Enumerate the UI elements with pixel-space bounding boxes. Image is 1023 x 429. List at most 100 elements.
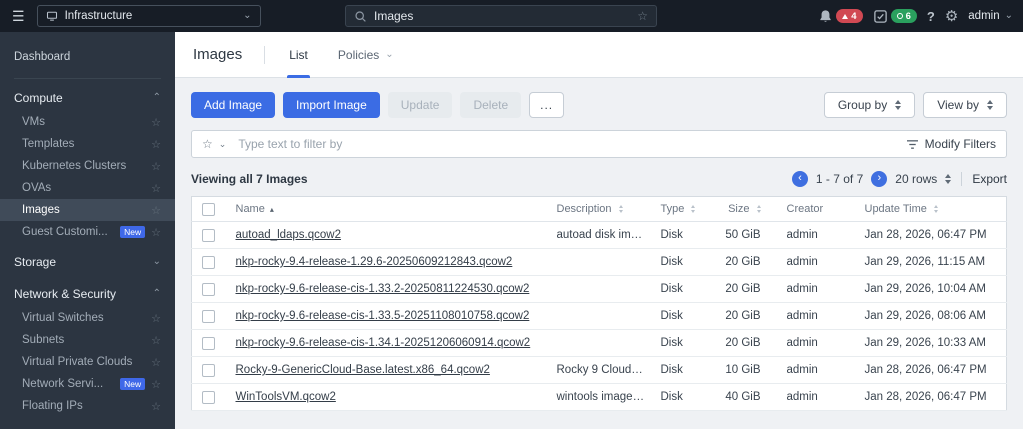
prev-page-button[interactable]: ‹ bbox=[791, 171, 808, 187]
sidebar-item-label: Virtual Private Clouds bbox=[22, 356, 133, 368]
header-divider bbox=[264, 45, 266, 64]
row-checkbox[interactable] bbox=[202, 228, 215, 242]
favorite-star-icon[interactable]: ☆ bbox=[151, 138, 161, 151]
sidebar-item-virtual-switches[interactable]: Virtual Switches ☆ bbox=[0, 307, 175, 329]
save-search-star-icon[interactable]: ☆ bbox=[637, 10, 648, 22]
row-checkbox[interactable] bbox=[202, 255, 215, 269]
sidebar-item-virtual-private-clouds[interactable]: Virtual Private Clouds ☆ bbox=[0, 351, 175, 373]
table-row[interactable]: WinToolsVM.qcow2 wintools image used in.… bbox=[191, 383, 1007, 411]
view-by-select[interactable]: View by bbox=[923, 92, 1007, 118]
favorite-star-icon[interactable]: ☆ bbox=[151, 378, 161, 391]
column-header-update-time[interactable]: Update Time bbox=[854, 196, 1007, 222]
column-header-size[interactable]: Size bbox=[708, 196, 777, 222]
sidebar-item-images[interactable]: Images ☆ bbox=[0, 199, 175, 221]
image-name-link[interactable]: nkp-rocky-9.4-release-1.29.6-20250609212… bbox=[236, 256, 513, 268]
dropdown-caret-icon bbox=[895, 100, 902, 110]
table-row[interactable]: nkp-rocky-9.4-release-1.29.6-20250609212… bbox=[191, 248, 1007, 276]
column-header-description[interactable]: Description bbox=[546, 196, 651, 222]
add-image-button[interactable]: Add Image bbox=[191, 92, 276, 118]
favorite-star-icon[interactable]: ☆ bbox=[151, 400, 161, 413]
favorite-star-icon[interactable]: ☆ bbox=[151, 334, 161, 347]
image-name-link[interactable]: autoad_ldaps.qcow2 bbox=[236, 229, 342, 241]
row-checkbox[interactable] bbox=[202, 363, 215, 377]
filter-bar: ☆ ⌄ Modify Filters bbox=[191, 130, 1007, 158]
table-row[interactable]: Rocky-9-GenericCloud-Base.latest.x86_64.… bbox=[191, 356, 1007, 384]
menu-icon[interactable]: ☰ bbox=[12, 8, 25, 25]
favorite-star-icon[interactable]: ☆ bbox=[151, 160, 161, 173]
column-header-creator[interactable]: Creator bbox=[776, 196, 855, 222]
image-name-link[interactable]: nkp-rocky-9.6-release-cis-1.33.5-2025110… bbox=[236, 310, 530, 322]
section-label: Network & Security bbox=[14, 287, 117, 301]
sidebar-item-kubernetes-clusters[interactable]: Kubernetes Clusters ☆ bbox=[0, 155, 175, 177]
image-name-link[interactable]: nkp-rocky-9.6-release-cis-1.33.2-2025081… bbox=[236, 283, 530, 295]
sidebar-item-label: VMs bbox=[22, 116, 45, 128]
export-button[interactable]: Export bbox=[972, 172, 1007, 186]
gear-icon[interactable]: ⚙ bbox=[945, 9, 958, 24]
next-page-button[interactable]: › bbox=[871, 171, 888, 187]
column-header-name[interactable]: Name ▴ bbox=[225, 196, 547, 222]
tab-policies[interactable]: Policies ⌄ bbox=[336, 32, 396, 77]
alerts-menu[interactable]: 4 bbox=[818, 9, 863, 24]
image-update-time: Jan 29, 2026, 11:15 AM bbox=[854, 248, 1007, 276]
table-row[interactable]: nkp-rocky-9.6-release-cis-1.33.2-2025081… bbox=[191, 275, 1007, 303]
rows-per-page-select[interactable]: 20 rows bbox=[895, 172, 952, 186]
sidebar-item-subnets[interactable]: Subnets ☆ bbox=[0, 329, 175, 351]
group-by-select[interactable]: Group by bbox=[823, 92, 916, 118]
image-name-link[interactable]: Rocky-9-GenericCloud-Base.latest.x86_64.… bbox=[236, 364, 490, 376]
favorite-star-icon[interactable]: ☆ bbox=[151, 204, 161, 217]
sort-icon bbox=[691, 205, 696, 213]
image-description: Rocky 9 Cloud Image bbox=[546, 356, 651, 384]
favorite-star-icon[interactable]: ☆ bbox=[151, 356, 161, 369]
table-summary: Viewing all 7 Images ‹ 1 - 7 of 7 › 20 r… bbox=[191, 171, 1007, 187]
sidebar-item-floating-ips[interactable]: Floating IPs ☆ bbox=[0, 395, 175, 417]
select-all-checkbox[interactable] bbox=[202, 202, 215, 216]
chevron-down-icon: ⌄ bbox=[152, 256, 161, 267]
image-name-link[interactable]: WinToolsVM.qcow2 bbox=[236, 391, 336, 403]
tasks-menu[interactable]: 6 bbox=[873, 9, 917, 24]
global-search[interactable]: ☆ bbox=[345, 5, 657, 27]
table-row[interactable]: autoad_ldaps.qcow2 autoad disk image Dis… bbox=[191, 221, 1007, 249]
image-size: 20 GiB bbox=[708, 248, 777, 276]
user-menu[interactable]: admin ⌄ bbox=[968, 10, 1013, 22]
tab-list[interactable]: List bbox=[287, 32, 310, 78]
global-search-input[interactable] bbox=[374, 9, 631, 23]
sidebar-item-network-services[interactable]: Network Servi... New ☆ bbox=[0, 373, 175, 395]
row-checkbox[interactable] bbox=[202, 282, 215, 296]
sidebar-section-network-security[interactable]: Network & Security ⌃ bbox=[0, 281, 175, 307]
favorite-star-icon[interactable]: ☆ bbox=[151, 182, 161, 195]
image-size: 10 GiB bbox=[708, 356, 777, 384]
sidebar-item-guest-customization[interactable]: Guest Customi... New ☆ bbox=[0, 221, 175, 243]
bell-icon bbox=[818, 9, 833, 24]
favorite-star-icon[interactable]: ☆ bbox=[151, 312, 161, 325]
row-checkbox[interactable] bbox=[202, 390, 215, 404]
row-checkbox[interactable] bbox=[202, 336, 215, 350]
more-actions-button[interactable]: ... bbox=[529, 92, 565, 118]
table-row[interactable]: nkp-rocky-9.6-release-cis-1.33.5-2025110… bbox=[191, 302, 1007, 330]
column-header-type[interactable]: Type bbox=[650, 196, 709, 222]
favorite-star-icon[interactable]: ☆ bbox=[151, 116, 161, 129]
filter-input[interactable] bbox=[238, 137, 900, 151]
help-icon[interactable]: ? bbox=[927, 9, 935, 24]
alerts-badge[interactable]: 4 bbox=[836, 9, 863, 23]
saved-filters-star-icon[interactable]: ☆ bbox=[202, 138, 213, 150]
app-switcher[interactable]: Infrastructure ⌄ bbox=[36, 5, 261, 27]
tasks-badge[interactable]: 6 bbox=[890, 9, 917, 23]
sidebar-item-templates[interactable]: Templates ☆ bbox=[0, 133, 175, 155]
sidebar-item-dashboard[interactable]: Dashboard bbox=[0, 44, 175, 70]
modify-filters-button[interactable]: Modify Filters bbox=[906, 137, 996, 151]
favorite-star-icon[interactable]: ☆ bbox=[151, 226, 161, 239]
image-creator: admin bbox=[776, 356, 855, 384]
image-name-link[interactable]: nkp-rocky-9.6-release-cis-1.34.1-2025120… bbox=[236, 337, 531, 349]
sidebar-section-compute[interactable]: Compute ⌃ bbox=[0, 85, 175, 111]
import-image-button[interactable]: Import Image bbox=[283, 92, 380, 118]
caret-down-icon[interactable]: ⌄ bbox=[219, 139, 227, 149]
sidebar-section-storage[interactable]: Storage ⌄ bbox=[0, 249, 175, 275]
table-row[interactable]: nkp-rocky-9.6-release-cis-1.34.1-2025120… bbox=[191, 329, 1007, 357]
sidebar-item-ovas[interactable]: OVAs ☆ bbox=[0, 177, 175, 199]
warning-triangle-icon bbox=[842, 13, 849, 19]
sidebar-item-vms[interactable]: VMs ☆ bbox=[0, 111, 175, 133]
vertical-divider bbox=[961, 172, 963, 186]
column-label: Type bbox=[660, 203, 685, 215]
caret-down-icon: ⌄ bbox=[1004, 10, 1013, 21]
row-checkbox[interactable] bbox=[202, 309, 215, 323]
